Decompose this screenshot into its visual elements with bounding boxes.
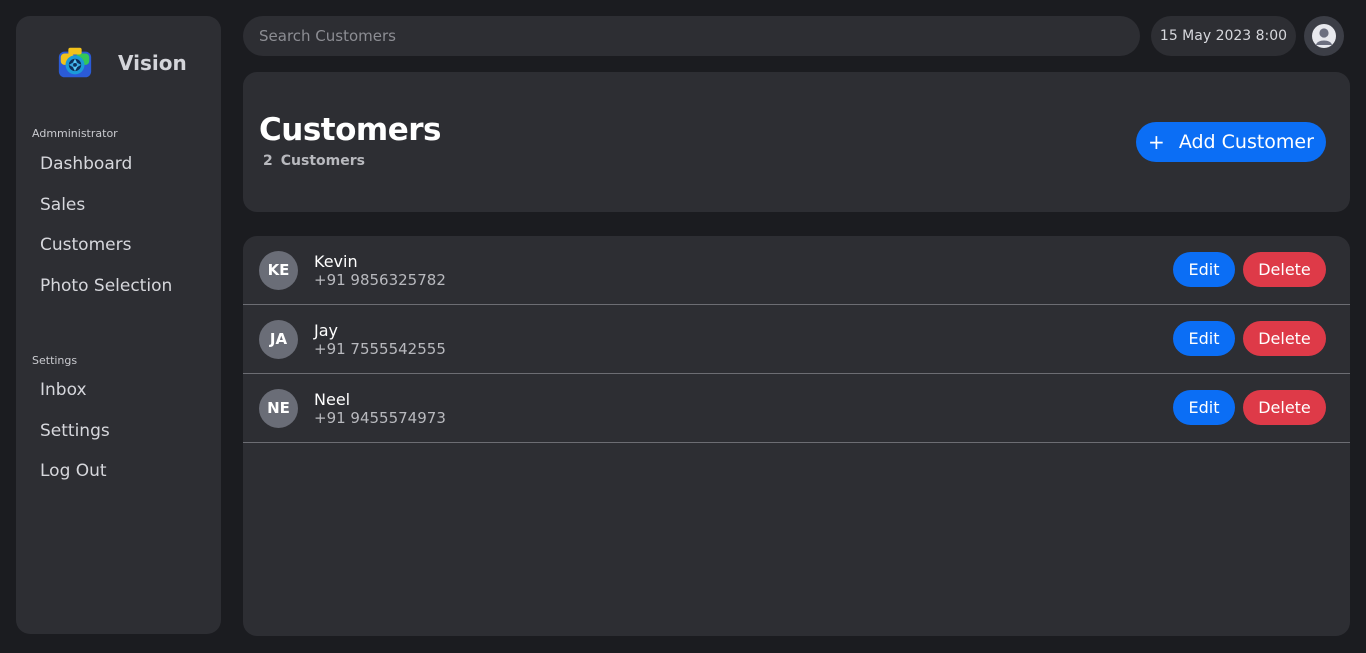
customer-name: Neel: [314, 390, 351, 409]
add-customer-label: Add Customer: [1178, 131, 1314, 153]
section-label-settings: Settings: [32, 354, 78, 367]
avatar: KE: [259, 251, 298, 290]
profile-avatar-button[interactable]: [1304, 16, 1344, 56]
table-row: KE Kevin +91 9856325782 Edit Delete: [243, 236, 1350, 305]
customers-header-card: Customers 2 Customers + Add Customer: [243, 72, 1350, 212]
admin-nav: Dashboard Sales Customers Photo Selectio…: [40, 144, 172, 306]
customer-count-label: Customers: [280, 153, 365, 169]
avatar: NE: [259, 389, 298, 428]
customer-count-number: 2: [263, 153, 273, 169]
brand[interactable]: Vision: [56, 44, 187, 82]
table-row: JA Jay +91 7555542555 Edit Delete: [243, 305, 1350, 374]
camera-aperture-logo-icon: [58, 47, 92, 78]
edit-button[interactable]: Edit: [1173, 390, 1235, 425]
sidebar-item-dashboard[interactable]: Dashboard: [40, 144, 172, 185]
customer-phone: +91 9455574973: [314, 409, 446, 427]
page-title: Customers: [259, 112, 441, 148]
section-label-administrator: Admministrator: [32, 127, 118, 140]
settings-nav: Inbox Settings Log Out: [40, 370, 110, 492]
edit-button[interactable]: Edit: [1173, 321, 1235, 356]
avatar: JA: [259, 320, 298, 359]
delete-button[interactable]: Delete: [1243, 252, 1326, 287]
edit-button[interactable]: Edit: [1173, 252, 1235, 287]
customer-phone: +91 9856325782: [314, 271, 446, 289]
sidebar-item-log-out[interactable]: Log Out: [40, 451, 110, 492]
add-customer-button[interactable]: + Add Customer: [1136, 122, 1326, 162]
customer-phone: +91 7555542555: [314, 340, 446, 358]
brand-name: Vision: [118, 51, 187, 75]
delete-button[interactable]: Delete: [1243, 390, 1326, 425]
plus-icon: +: [1148, 130, 1165, 154]
sidebar: Vision Admministrator Dashboard Sales Cu…: [16, 16, 221, 634]
sidebar-item-settings[interactable]: Settings: [40, 411, 110, 452]
delete-button[interactable]: Delete: [1243, 321, 1326, 356]
table-row: NE Neel +91 9455574973 Edit Delete: [243, 374, 1350, 443]
sidebar-item-inbox[interactable]: Inbox: [40, 370, 110, 411]
datetime-badge: 15 May 2023 8:00: [1151, 16, 1296, 56]
customer-list: KE Kevin +91 9856325782 Edit Delete JA J…: [243, 236, 1350, 636]
sidebar-item-photo-selection[interactable]: Photo Selection: [40, 266, 172, 307]
customer-name: Kevin: [314, 252, 358, 271]
sidebar-item-customers[interactable]: Customers: [40, 225, 172, 266]
customer-name: Jay: [314, 321, 338, 340]
sidebar-item-sales[interactable]: Sales: [40, 185, 172, 226]
user-avatar-icon: [1312, 24, 1336, 48]
customer-count: 2 Customers: [263, 153, 365, 169]
search-input[interactable]: [243, 16, 1140, 56]
